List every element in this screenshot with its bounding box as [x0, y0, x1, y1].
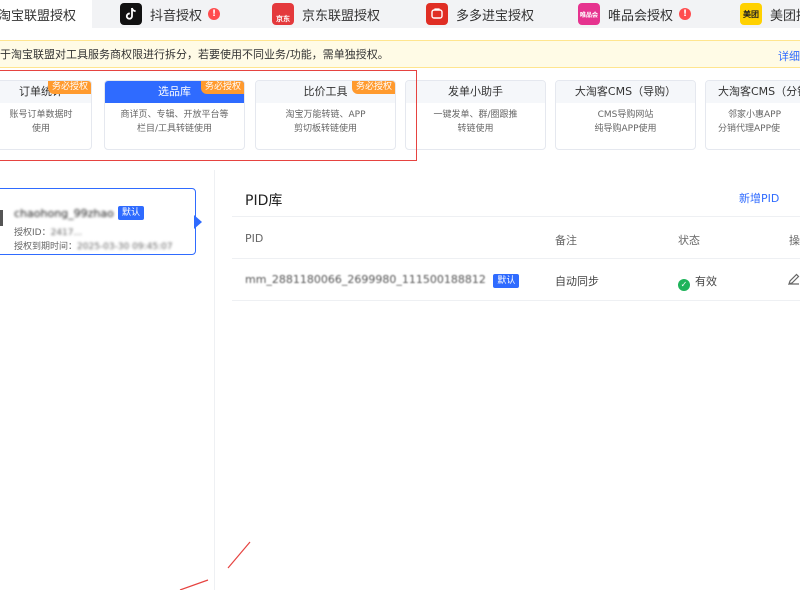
card-desc: 分销代理APP使 — [718, 124, 781, 134]
meituan-icon: 美团 — [740, 3, 762, 25]
column-header-status: 状态 — [678, 234, 700, 247]
column-header-pid: PID — [245, 232, 264, 245]
pinduoduo-icon — [426, 3, 448, 25]
account-name: chaohong_99zhao — [14, 207, 114, 220]
jd-icon: 京东 — [272, 3, 294, 25]
card-desc: 转链使用 — [457, 124, 494, 134]
divider — [214, 170, 215, 590]
highlight-box — [0, 70, 417, 161]
alert-icon: ! — [208, 8, 221, 20]
tab-douyin[interactable]: 抖音授权 ! — [120, 0, 221, 28]
annotation-arrow — [179, 541, 251, 590]
column-header-action: 操 — [789, 234, 800, 247]
vipshop-icon: 唯品会 — [578, 3, 600, 25]
status-cell: ✓ 有效 — [678, 273, 717, 291]
card-desc: 纯导购APP使用 — [594, 124, 657, 134]
check-icon: ✓ — [678, 278, 690, 291]
card-cms-guide[interactable]: 大淘客CMS（导购） CMS导购网站 纯导购APP使用 — [555, 80, 696, 150]
divider — [232, 258, 800, 259]
tab-meituan[interactable]: 美团 美团授权 — [740, 0, 800, 28]
douyin-icon — [120, 3, 142, 25]
notice-bar: 于淘宝联盟对工具服务商权限进行拆分，若要使用不同业务/功能，需单独授权。 详细 — [0, 40, 800, 68]
edit-icon[interactable] — [787, 272, 800, 286]
tab-jd[interactable]: 京东 京东联盟授权 — [272, 0, 380, 28]
card-desc: 邻家小惠APP — [728, 110, 782, 120]
default-badge: 默认 — [118, 206, 145, 220]
card-title: 大淘客CMS（导购） — [556, 81, 695, 103]
card-desc: CMS导购网站 — [597, 110, 654, 120]
pid-cell: mm_2881180066_2699980_111500188812 默认 — [245, 273, 520, 288]
tab-taobao[interactable]: 淘宝联盟授权 — [0, 0, 92, 28]
default-badge: 默认 — [493, 274, 520, 288]
card-cms-distribution[interactable]: 大淘客CMS（分销 邻家小惠APP 分销代理APP使 — [705, 80, 800, 150]
account-avatar — [0, 210, 3, 226]
divider — [232, 216, 800, 217]
note-cell: 自动同步 — [555, 275, 599, 288]
tab-vipshop[interactable]: 唯品会 唯品会授权 ! — [578, 0, 692, 28]
notice-detail-link[interactable]: 详细 — [778, 48, 800, 64]
alert-icon: ! — [679, 8, 692, 20]
pid-title: PID库 — [245, 193, 283, 209]
card-title: 发单小助手 — [406, 81, 545, 103]
divider — [232, 300, 800, 301]
auth-expire: 授权到期时间：2025-03-30 09:45:07 — [14, 242, 173, 252]
notice-text: 于淘宝联盟对工具服务商权限进行拆分，若要使用不同业务/功能，需单独授权。 — [0, 48, 389, 61]
selected-arrow-icon — [194, 215, 202, 229]
column-header-note: 备注 — [555, 234, 577, 247]
platform-tab-bar: 淘宝联盟授权 抖音授权 ! 京东 京东联盟授权 多多进宝授权 唯品会 唯品会授权… — [0, 0, 800, 28]
add-pid-button[interactable]: 新增PID — [739, 190, 779, 206]
card-desc: 一键发单、群/圈跟推 — [433, 110, 518, 120]
card-post-assistant[interactable]: 发单小助手 一键发单、群/圈跟推 转链使用 — [405, 80, 546, 150]
auth-id: 授权ID：2417... — [14, 228, 83, 238]
tab-pinduoduo[interactable]: 多多进宝授权 — [426, 0, 534, 28]
card-title: 大淘客CMS（分销 — [706, 81, 800, 103]
